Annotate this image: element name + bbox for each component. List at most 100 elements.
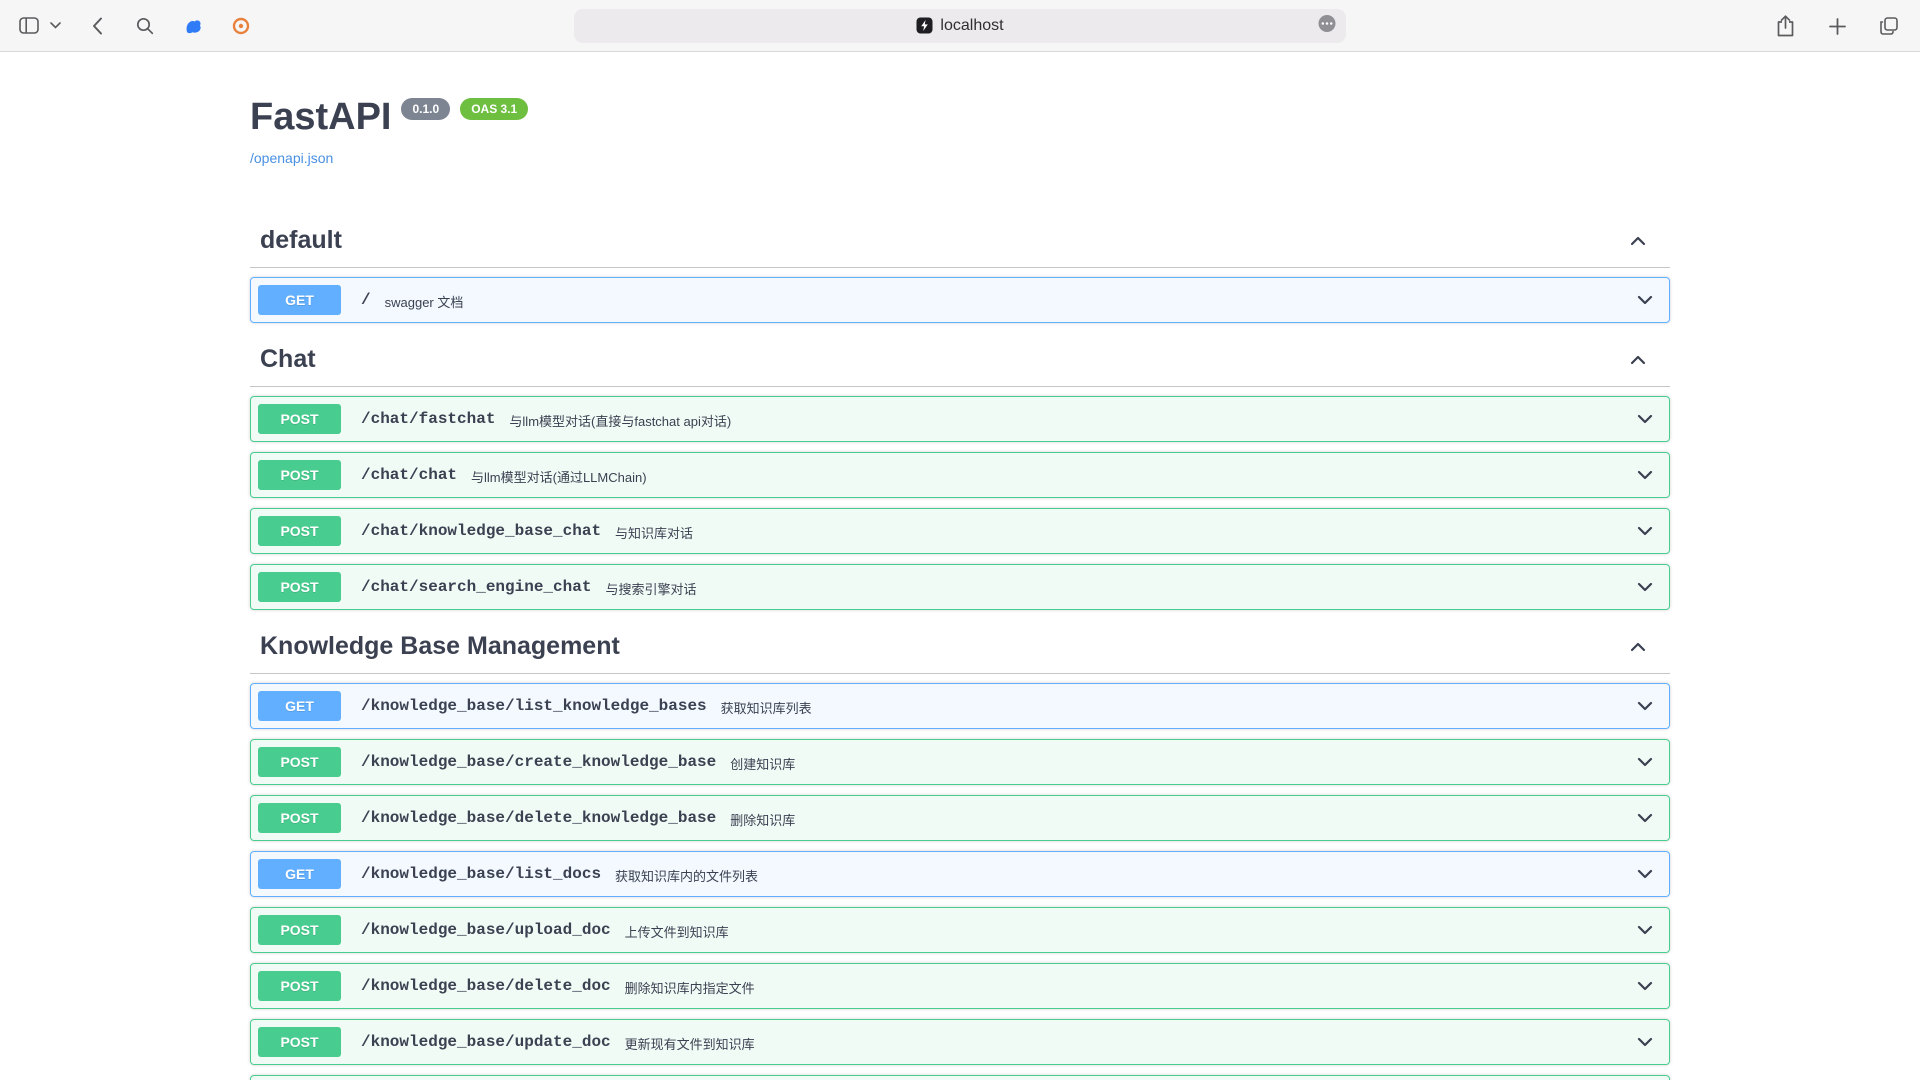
- operation-row[interactable]: POST /knowledge_base/upload_doc 上传文件到知识库: [250, 907, 1670, 953]
- operation-summary[interactable]: POST /knowledge_base/create_knowledge_ba…: [251, 740, 1669, 784]
- operation-row[interactable]: GET /knowledge_base/list_knowledge_bases…: [250, 683, 1670, 729]
- operation-path: /chat/fastchat: [351, 410, 505, 428]
- chevron-up-icon: [1628, 637, 1648, 657]
- operation-description: 上传文件到知识库: [625, 922, 729, 941]
- operation-row[interactable]: POST /chat/fastchat 与llm模型对话(直接与fastchat…: [250, 396, 1670, 442]
- extension-button-blue[interactable]: [180, 13, 206, 39]
- browser-toolbar: localhost: [0, 0, 1920, 52]
- section-header[interactable]: Knowledge Base Management: [250, 620, 1670, 674]
- operation-expand-button[interactable]: [1635, 465, 1659, 485]
- method-badge: POST: [258, 460, 341, 490]
- operation-summary[interactable]: GET /knowledge_base/list_docs 获取知识库内的文件列…: [251, 852, 1669, 896]
- method-badge: POST: [258, 747, 341, 777]
- operation-expand-button[interactable]: [1635, 976, 1659, 996]
- operation-description: 获取知识库列表: [721, 698, 812, 717]
- extension-button-orange[interactable]: [228, 13, 254, 39]
- version-badge: 0.1.0: [401, 98, 450, 120]
- operation-path: /knowledge_base/delete_knowledge_base: [351, 809, 726, 827]
- plus-icon: [1829, 18, 1846, 35]
- operation-summary[interactable]: POST /knowledge_base/recreate_vector_sto…: [251, 1076, 1669, 1080]
- section-collapse-button[interactable]: [1628, 231, 1660, 251]
- chevron-down-icon: [1635, 696, 1655, 716]
- operation-expand-button[interactable]: [1635, 808, 1659, 828]
- method-badge: POST: [258, 1027, 341, 1057]
- operation-summary[interactable]: POST /chat/chat 与llm模型对话(通过LLMChain): [251, 453, 1669, 497]
- operation-expand-button[interactable]: [1635, 521, 1659, 541]
- operation-row[interactable]: POST /knowledge_base/delete_knowledge_ba…: [250, 795, 1670, 841]
- chevron-down-icon: [1635, 521, 1655, 541]
- method-badge: POST: [258, 971, 341, 1001]
- operation-description: swagger 文档: [385, 292, 464, 311]
- operation-path: /knowledge_base/update_doc: [351, 1033, 621, 1051]
- operation-expand-button[interactable]: [1635, 920, 1659, 940]
- tag-section: Knowledge Base Management GET /knowledge…: [250, 620, 1670, 1080]
- chevron-down-icon: [1635, 465, 1655, 485]
- section-header[interactable]: default: [250, 214, 1670, 268]
- operation-expand-button[interactable]: [1635, 409, 1659, 429]
- section-header[interactable]: Chat: [250, 333, 1670, 387]
- operation-row[interactable]: POST /chat/knowledge_base_chat 与知识库对话: [250, 508, 1670, 554]
- method-badge: POST: [258, 915, 341, 945]
- operation-row[interactable]: POST /knowledge_base/create_knowledge_ba…: [250, 739, 1670, 785]
- share-icon: [1776, 15, 1795, 37]
- operation-summary[interactable]: POST /chat/knowledge_base_chat 与知识库对话: [251, 509, 1669, 553]
- operation-summary[interactable]: POST /knowledge_base/update_doc 更新现有文件到知…: [251, 1020, 1669, 1064]
- sidebar-toggle-button[interactable]: [16, 13, 42, 39]
- operation-expand-button[interactable]: [1635, 752, 1659, 772]
- openapi-spec-link[interactable]: /openapi.json: [250, 150, 333, 166]
- section-collapse-button[interactable]: [1628, 350, 1660, 370]
- operation-expand-button[interactable]: [1635, 1032, 1659, 1052]
- operation-description: 创建知识库: [730, 754, 795, 773]
- chevron-down-icon: [1635, 409, 1655, 429]
- operation-summary[interactable]: GET / swagger 文档: [251, 278, 1669, 322]
- operation-expand-button[interactable]: [1635, 577, 1659, 597]
- site-favicon-icon: [916, 17, 933, 34]
- sidebar-icon: [19, 17, 39, 34]
- chevron-down-icon: [1635, 752, 1655, 772]
- page-title: FastAPI 0.1.0 OAS 3.1: [250, 96, 1670, 139]
- operation-summary[interactable]: POST /knowledge_base/delete_knowledge_ba…: [251, 796, 1669, 840]
- operation-description: 获取知识库内的文件列表: [615, 866, 758, 885]
- operation-summary[interactable]: POST /chat/search_engine_chat 与搜索引擎对话: [251, 565, 1669, 609]
- operation-row[interactable]: POST /knowledge_base/update_doc 更新现有文件到知…: [250, 1019, 1670, 1065]
- section-collapse-button[interactable]: [1628, 637, 1660, 657]
- operation-description: 与知识库对话: [615, 523, 693, 542]
- operation-expand-button[interactable]: [1635, 696, 1659, 716]
- operation-row[interactable]: POST /knowledge_base/recreate_vector_sto…: [250, 1075, 1670, 1080]
- method-badge: POST: [258, 572, 341, 602]
- operation-summary[interactable]: GET /knowledge_base/list_knowledge_bases…: [251, 684, 1669, 728]
- back-button[interactable]: [84, 13, 110, 39]
- operation-row[interactable]: GET /knowledge_base/list_docs 获取知识库内的文件列…: [250, 851, 1670, 897]
- url-text: localhost: [940, 17, 1003, 35]
- address-bar[interactable]: localhost: [574, 9, 1346, 43]
- operation-row[interactable]: POST /knowledge_base/delete_doc 删除知识库内指定…: [250, 963, 1670, 1009]
- search-button[interactable]: [132, 13, 158, 39]
- operation-path: /: [351, 291, 381, 309]
- operation-path: /knowledge_base/upload_doc: [351, 921, 621, 939]
- operation-expand-button[interactable]: [1635, 290, 1659, 310]
- sidebar-menu-button[interactable]: [48, 13, 62, 39]
- api-info: FastAPI 0.1.0 OAS 3.1 /openapi.json: [250, 52, 1670, 168]
- operation-list: GET / swagger 文档: [250, 277, 1670, 323]
- new-tab-button[interactable]: [1824, 13, 1850, 39]
- search-icon: [136, 17, 154, 35]
- ellipsis-circle-icon: [1317, 13, 1337, 33]
- chevron-down-icon: [1635, 808, 1655, 828]
- operation-path: /knowledge_base/list_knowledge_bases: [351, 697, 717, 715]
- operation-row[interactable]: POST /chat/chat 与llm模型对话(通过LLMChain): [250, 452, 1670, 498]
- operation-summary[interactable]: POST /chat/fastchat 与llm模型对话(直接与fastchat…: [251, 397, 1669, 441]
- method-badge: POST: [258, 404, 341, 434]
- share-button[interactable]: [1772, 13, 1798, 39]
- operation-list: POST /chat/fastchat 与llm模型对话(直接与fastchat…: [250, 396, 1670, 610]
- operation-expand-button[interactable]: [1635, 864, 1659, 884]
- tab-overview-button[interactable]: [1876, 13, 1902, 39]
- operation-summary[interactable]: POST /knowledge_base/upload_doc 上传文件到知识库: [251, 908, 1669, 952]
- operation-row[interactable]: POST /chat/search_engine_chat 与搜索引擎对话: [250, 564, 1670, 610]
- operation-summary[interactable]: POST /knowledge_base/delete_doc 删除知识库内指定…: [251, 964, 1669, 1008]
- operation-row[interactable]: GET / swagger 文档: [250, 277, 1670, 323]
- operation-description: 与llm模型对话(通过LLMChain): [471, 467, 647, 486]
- section-title: Knowledge Base Management: [260, 632, 620, 661]
- page-menu-button[interactable]: [1317, 13, 1337, 38]
- chevron-down-icon: [1635, 864, 1655, 884]
- api-title-text: FastAPI: [250, 96, 391, 139]
